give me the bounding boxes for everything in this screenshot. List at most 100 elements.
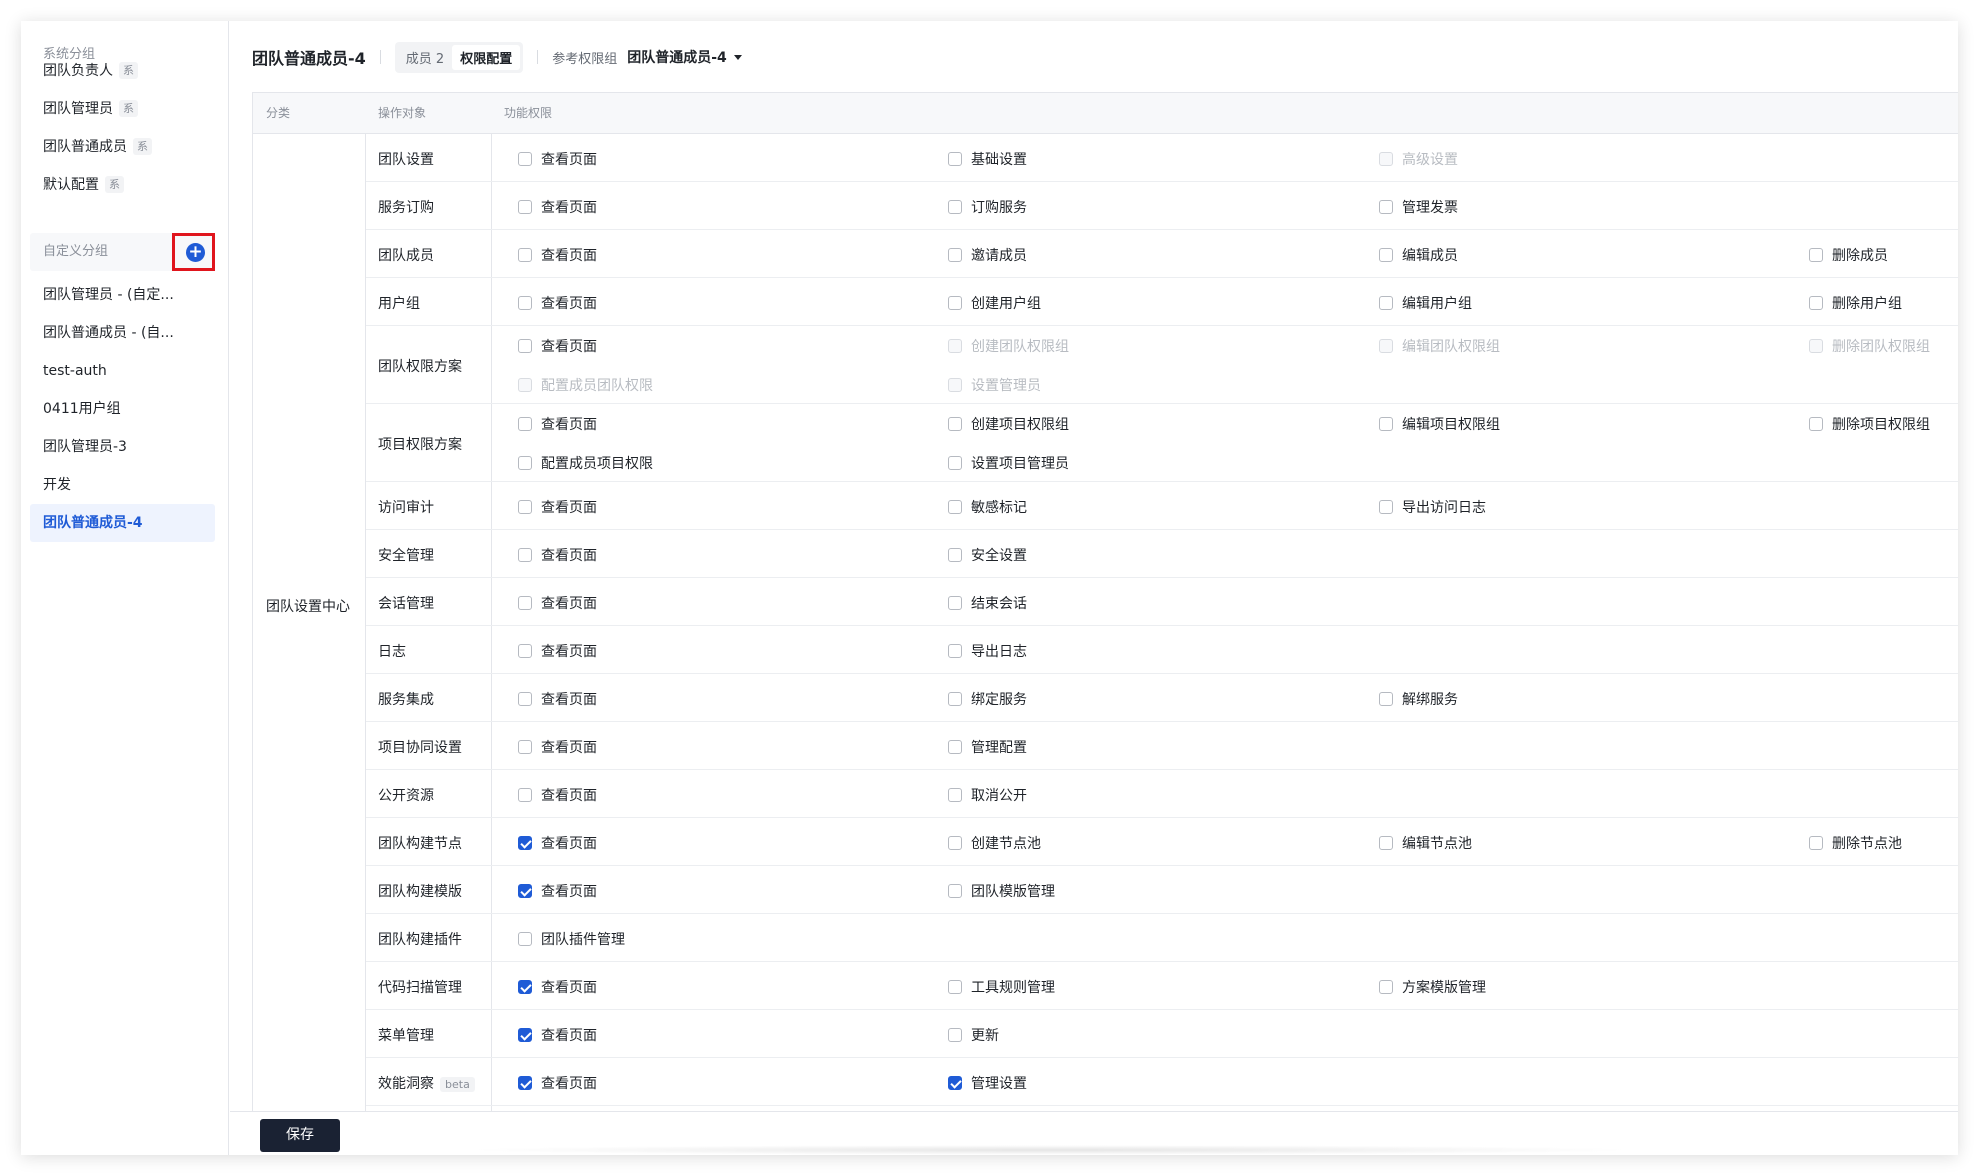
- permission-checkbox[interactable]: 创建用户组: [948, 293, 1041, 313]
- checkbox-icon[interactable]: [948, 884, 962, 898]
- permission-checkbox[interactable]: 查看页面: [518, 977, 597, 997]
- permission-checkbox[interactable]: 解绑服务: [1379, 689, 1458, 709]
- save-button[interactable]: 保存: [260, 1119, 340, 1152]
- checkbox-icon[interactable]: [518, 788, 532, 802]
- checkbox-icon[interactable]: [1809, 296, 1823, 310]
- permission-checkbox[interactable]: 查看页面: [518, 689, 597, 709]
- permission-checkbox[interactable]: 查看页面: [518, 1073, 597, 1093]
- permission-checkbox[interactable]: 查看页面: [518, 414, 597, 434]
- checkbox-icon[interactable]: [518, 692, 532, 706]
- checkbox-icon[interactable]: [518, 200, 532, 214]
- permission-checkbox[interactable]: 删除成员: [1809, 245, 1888, 265]
- checkbox-checked-icon[interactable]: [518, 884, 532, 898]
- checkbox-icon[interactable]: [948, 740, 962, 754]
- checkbox-icon[interactable]: [948, 456, 962, 470]
- checkbox-icon[interactable]: [518, 644, 532, 658]
- permission-checkbox[interactable]: 查看页面: [518, 833, 597, 853]
- sidebar-item-custom[interactable]: test-auth: [30, 352, 215, 390]
- checkbox-checked-icon[interactable]: [518, 1076, 532, 1090]
- sidebar-item-custom[interactable]: 0411用户组: [30, 390, 215, 428]
- permission-checkbox[interactable]: 查看页面: [518, 881, 597, 901]
- checkbox-icon[interactable]: [1809, 417, 1823, 431]
- permission-checkbox[interactable]: 取消公开: [948, 785, 1027, 805]
- checkbox-icon[interactable]: [518, 596, 532, 610]
- sidebar-item-system[interactable]: 默认配置系: [30, 166, 215, 204]
- checkbox-icon[interactable]: [1379, 296, 1393, 310]
- checkbox-icon[interactable]: [1379, 248, 1393, 262]
- permission-checkbox[interactable]: 设置项目管理员: [948, 453, 1069, 473]
- checkbox-icon[interactable]: [1379, 500, 1393, 514]
- checkbox-icon[interactable]: [1809, 248, 1823, 262]
- checkbox-icon[interactable]: [948, 417, 962, 431]
- checkbox-icon[interactable]: [518, 152, 532, 166]
- checkbox-icon[interactable]: [1379, 200, 1393, 214]
- permission-checkbox[interactable]: 安全设置: [948, 545, 1027, 565]
- sidebar-item-custom[interactable]: 团队普通成员 - (自...: [30, 314, 215, 352]
- permission-checkbox[interactable]: 查看页面: [518, 336, 597, 356]
- checkbox-icon[interactable]: [948, 152, 962, 166]
- checkbox-icon[interactable]: [518, 740, 532, 754]
- checkbox-icon[interactable]: [948, 788, 962, 802]
- checkbox-icon[interactable]: [1379, 417, 1393, 431]
- sidebar-item-system[interactable]: 团队普通成员系: [30, 128, 215, 166]
- checkbox-icon[interactable]: [948, 692, 962, 706]
- permission-checkbox[interactable]: 查看页面: [518, 545, 597, 565]
- permission-checkbox[interactable]: 查看页面: [518, 149, 597, 169]
- permission-checkbox[interactable]: 方案模版管理: [1379, 977, 1486, 997]
- checkbox-checked-icon[interactable]: [518, 980, 532, 994]
- permission-checkbox[interactable]: 管理发票: [1379, 197, 1458, 217]
- sidebar-item-system[interactable]: 团队管理员系: [30, 90, 215, 128]
- checkbox-checked-icon[interactable]: [518, 1028, 532, 1042]
- permission-checkbox[interactable]: 查看页面: [518, 1025, 597, 1045]
- permission-checkbox[interactable]: 查看页面: [518, 293, 597, 313]
- sidebar-item-custom[interactable]: 团队管理员 - (自定...: [30, 276, 215, 314]
- checkbox-icon[interactable]: [948, 248, 962, 262]
- permission-checkbox[interactable]: 基础设置: [948, 149, 1027, 169]
- sidebar-item-custom[interactable]: 开发: [30, 466, 215, 504]
- checkbox-icon[interactable]: [948, 644, 962, 658]
- permission-checkbox[interactable]: 工具规则管理: [948, 977, 1055, 997]
- checkbox-icon[interactable]: [948, 836, 962, 850]
- sidebar-item-system[interactable]: 团队负责人系: [30, 52, 215, 90]
- sidebar-item-custom[interactable]: 团队管理员-3: [30, 428, 215, 466]
- permission-checkbox[interactable]: 编辑项目权限组: [1379, 414, 1500, 434]
- checkbox-icon[interactable]: [948, 1028, 962, 1042]
- checkbox-icon[interactable]: [948, 596, 962, 610]
- permission-checkbox[interactable]: 创建项目权限组: [948, 414, 1069, 434]
- checkbox-icon[interactable]: [1379, 692, 1393, 706]
- checkbox-icon[interactable]: [1379, 980, 1393, 994]
- permission-checkbox[interactable]: 查看页面: [518, 593, 597, 613]
- checkbox-icon[interactable]: [518, 248, 532, 262]
- permission-checkbox[interactable]: 删除用户组: [1809, 293, 1902, 313]
- permission-checkbox[interactable]: 团队模版管理: [948, 881, 1055, 901]
- checkbox-icon[interactable]: [518, 548, 532, 562]
- checkbox-icon[interactable]: [948, 548, 962, 562]
- permission-checkbox[interactable]: 查看页面: [518, 785, 597, 805]
- permission-checkbox[interactable]: 查看页面: [518, 197, 597, 217]
- permission-checkbox[interactable]: 编辑成员: [1379, 245, 1458, 265]
- checkbox-icon[interactable]: [518, 500, 532, 514]
- plus-circle-icon[interactable]: +: [186, 243, 205, 262]
- checkbox-icon[interactable]: [948, 200, 962, 214]
- checkbox-icon[interactable]: [518, 932, 532, 946]
- checkbox-checked-icon[interactable]: [948, 1076, 962, 1090]
- permission-checkbox[interactable]: 查看页面: [518, 245, 597, 265]
- permission-checkbox[interactable]: 更新: [948, 1025, 999, 1045]
- permission-checkbox[interactable]: 订购服务: [948, 197, 1027, 217]
- checkbox-icon[interactable]: [948, 500, 962, 514]
- permission-checkbox[interactable]: 敏感标记: [948, 497, 1027, 517]
- checkbox-icon[interactable]: [518, 456, 532, 470]
- permission-checkbox[interactable]: 导出日志: [948, 641, 1027, 661]
- tab-permissions[interactable]: 权限配置: [452, 44, 521, 70]
- permission-checkbox[interactable]: 删除节点池: [1809, 833, 1902, 853]
- permission-checkbox[interactable]: 删除项目权限组: [1809, 414, 1930, 434]
- permission-checkbox[interactable]: 配置成员项目权限: [518, 453, 653, 473]
- checkbox-icon[interactable]: [1809, 836, 1823, 850]
- checkbox-icon[interactable]: [948, 296, 962, 310]
- checkbox-icon[interactable]: [518, 417, 532, 431]
- permission-checkbox[interactable]: 编辑用户组: [1379, 293, 1472, 313]
- permission-checkbox[interactable]: 编辑节点池: [1379, 833, 1472, 853]
- checkbox-icon[interactable]: [948, 980, 962, 994]
- permission-checkbox[interactable]: 导出访问日志: [1379, 497, 1486, 517]
- tab-members[interactable]: 成员 2: [398, 45, 452, 70]
